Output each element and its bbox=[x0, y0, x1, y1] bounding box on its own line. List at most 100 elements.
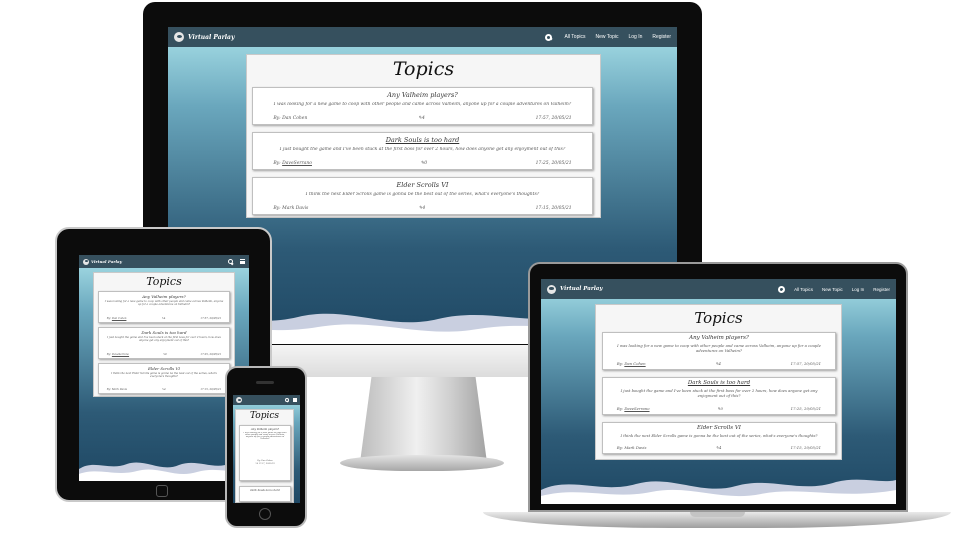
topic-card[interactable]: Any Valheim players? I was looking for a… bbox=[602, 332, 836, 370]
comment-count: ✎0 bbox=[162, 353, 167, 356]
topic-card[interactable]: Dark Souls is too hard I just bought the… bbox=[98, 327, 230, 359]
page-title: Topics bbox=[392, 58, 455, 80]
nav-register[interactable]: Register bbox=[873, 287, 890, 292]
phone-screen: Topics Any Valheim players? I was lookin… bbox=[233, 395, 300, 503]
nav-register[interactable]: Register bbox=[652, 34, 671, 40]
topic-date: 17:15, 20/05/21 bbox=[535, 206, 572, 211]
topic-card[interactable]: Any Valheim players? I was looking for a… bbox=[252, 87, 593, 125]
topic-card[interactable]: Dark Souls is too hard I just bought the… bbox=[602, 377, 836, 415]
topic-author[interactable]: DaveSerrano bbox=[112, 353, 129, 356]
topic-body: I just bought the game and I've been stu… bbox=[107, 336, 221, 342]
nav-all-topics[interactable]: All Topics bbox=[794, 287, 813, 292]
topics-panel: Topics Any Valheim players? I was lookin… bbox=[93, 272, 235, 397]
search-icon[interactable] bbox=[778, 285, 786, 293]
topics-panel: Topics Any Valheim players? I was lookin… bbox=[235, 409, 294, 503]
comment-count-value: 4 bbox=[422, 206, 426, 211]
topics-panel: Topics Any Valheim players? I was lookin… bbox=[595, 304, 842, 460]
topic-title[interactable]: Any Valheim players? bbox=[99, 294, 229, 299]
hamburger-menu-icon[interactable] bbox=[293, 398, 297, 402]
brand-name: Virtual Parlay bbox=[560, 286, 603, 292]
monitor-stand-base bbox=[340, 455, 504, 471]
topic-card[interactable]: Dark Souls is too hard bbox=[239, 486, 291, 502]
topic-title[interactable]: Elder Scrolls VI bbox=[253, 181, 592, 189]
comment-count-value: 0 bbox=[424, 161, 428, 166]
topics-panel: Topics Any Valheim players? I was lookin… bbox=[246, 54, 601, 218]
topic-card[interactable]: Any Valheim players? I was looking for a… bbox=[239, 425, 291, 481]
comment-count: ✎4 bbox=[161, 388, 166, 391]
brand[interactable]: Virtual Parlay bbox=[547, 284, 603, 294]
nav-new-topic[interactable]: New Topic bbox=[822, 287, 843, 292]
topic-title[interactable]: Dark Souls is too hard bbox=[240, 489, 290, 492]
topic-date: 17:57, 20/05/21 bbox=[200, 317, 222, 320]
search-icon[interactable] bbox=[545, 33, 553, 41]
author-prefix: By: bbox=[273, 116, 281, 121]
topic-body: I think the next Elder Scrolls game is g… bbox=[620, 433, 818, 438]
topic-date: 17:15, 20/05/21 bbox=[790, 445, 822, 450]
nav-links: All Topics New Topic Log In Register bbox=[545, 33, 671, 41]
brand[interactable] bbox=[236, 397, 242, 403]
topic-title[interactable]: Elder Scrolls VI bbox=[603, 425, 835, 431]
topic-author[interactable]: Mark Davis bbox=[624, 445, 646, 450]
comment-count: ✎0 bbox=[717, 406, 723, 411]
nav-log-in[interactable]: Log In bbox=[628, 34, 642, 40]
topic-author[interactable]: Dan Cohen bbox=[624, 361, 645, 366]
skull-logo-icon bbox=[547, 284, 556, 294]
nav-all-topics[interactable]: All Topics bbox=[564, 34, 585, 40]
topic-title[interactable]: Any Valheim players? bbox=[253, 91, 592, 99]
footer-waves bbox=[79, 461, 249, 481]
comment-count-value: 4 bbox=[718, 361, 721, 366]
topic-date: 17:57, 20/05/21 bbox=[790, 361, 822, 366]
topic-author[interactable]: Mark Davis bbox=[282, 206, 308, 211]
author-prefix: By: bbox=[616, 406, 624, 411]
hamburger-menu-icon[interactable] bbox=[240, 259, 245, 264]
topic-author[interactable]: Dan Cohen bbox=[112, 317, 127, 320]
author-prefix: By: bbox=[106, 353, 112, 356]
tablet-screen: Virtual Parlay Topics Any Valheim player… bbox=[79, 255, 249, 481]
nav-links bbox=[285, 398, 297, 402]
comment-count: ✎4 bbox=[418, 116, 425, 121]
comment-count: ✎4 bbox=[255, 463, 259, 465]
navbar: Virtual Parlay All Topics New Topic Log … bbox=[541, 279, 896, 299]
topic-author[interactable]: Mark Davis bbox=[112, 388, 127, 391]
topic-date: 17:15, 20/05/21 bbox=[200, 388, 222, 391]
topic-author[interactable]: Dan Cohen bbox=[261, 460, 272, 462]
topic-body: I was looking for a new game to coop wit… bbox=[273, 102, 572, 107]
comment-count-value: 4 bbox=[718, 445, 722, 450]
topic-card[interactable]: Elder Scrolls VI I think the next Elder … bbox=[602, 422, 836, 454]
topic-card[interactable]: Elder Scrolls VI I think the next Elder … bbox=[98, 363, 230, 394]
laptop: Virtual Parlay All Topics New Topic Log … bbox=[528, 262, 908, 512]
topic-title[interactable]: Dark Souls is too hard bbox=[603, 380, 835, 386]
comment-count: ✎4 bbox=[418, 206, 426, 211]
brand[interactable]: Virtual Parlay bbox=[83, 258, 122, 265]
topic-author[interactable]: DaveSerrano bbox=[282, 161, 312, 166]
topic-card[interactable]: Any Valheim players? I was looking for a… bbox=[98, 291, 230, 323]
topic-title[interactable]: Any Valheim players? bbox=[603, 335, 835, 341]
nav-links: All Topics New Topic Log In Register bbox=[778, 285, 890, 293]
topic-author[interactable]: DaveSerrano bbox=[624, 406, 649, 411]
comment-count: ✎4 bbox=[715, 445, 722, 450]
navbar bbox=[233, 395, 300, 405]
comment-count: ✎0 bbox=[420, 161, 428, 166]
phone: Topics Any Valheim players? I was lookin… bbox=[225, 366, 307, 528]
author-prefix: By: bbox=[106, 388, 112, 391]
search-icon[interactable] bbox=[285, 398, 289, 402]
comment-count-value: 4 bbox=[163, 388, 166, 391]
topic-author[interactable]: Dan Cohen bbox=[282, 116, 307, 121]
comment-count: ✎4 bbox=[161, 317, 166, 320]
topic-card[interactable]: Elder Scrolls VI I think the next Elder … bbox=[252, 177, 593, 215]
brand[interactable]: Virtual Parlay bbox=[174, 32, 234, 42]
topic-title[interactable]: Dark Souls is too hard bbox=[99, 330, 229, 335]
search-icon[interactable] bbox=[228, 259, 233, 264]
footer-waves bbox=[541, 479, 896, 504]
brand-name: Virtual Parlay bbox=[91, 259, 122, 264]
responsive-mockup: Virtual Parlay All Topics New Topic Log … bbox=[0, 0, 974, 554]
topic-title[interactable]: Any Valheim players? bbox=[240, 428, 290, 431]
topic-body: I just bought the game and I've been stu… bbox=[620, 388, 818, 398]
topic-card[interactable]: Dark Souls is too hard I just bought the… bbox=[252, 132, 593, 170]
nav-new-topic[interactable]: New Topic bbox=[595, 34, 618, 40]
topic-title[interactable]: Dark Souls is too hard bbox=[253, 136, 592, 144]
comment-count-value: 0 bbox=[165, 353, 167, 356]
nav-log-in[interactable]: Log In bbox=[852, 287, 865, 292]
topic-title[interactable]: Elder Scrolls VI bbox=[99, 366, 229, 371]
author-prefix: By: bbox=[106, 317, 112, 320]
